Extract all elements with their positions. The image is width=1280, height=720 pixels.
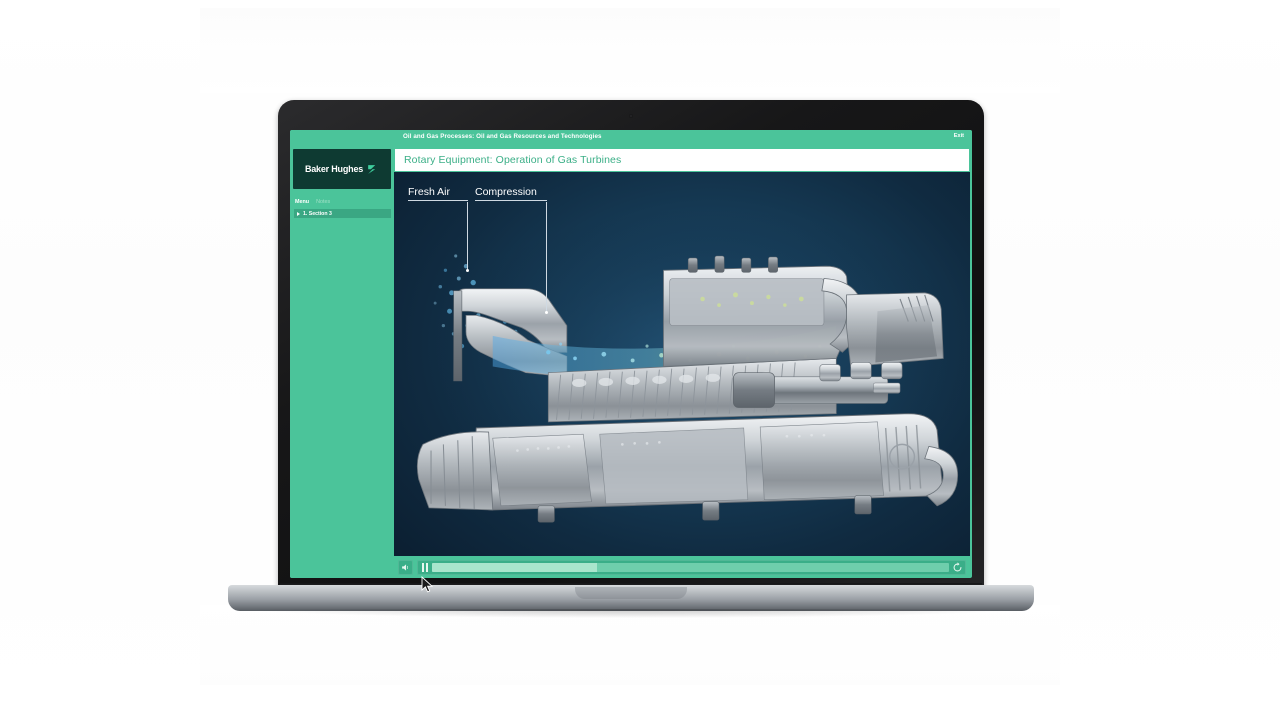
progress-track[interactable] [432,562,949,572]
content-column: Rotary Equipment: Operation of Gas Turbi… [394,146,972,578]
callout-underline [475,200,547,201]
sidebar-item-section-3[interactable]: 1. Section 3 [294,209,391,218]
sidebar-tabs: Menu Notes [295,199,330,205]
callout-endpoint-dot [545,311,548,314]
replay-button[interactable] [952,561,963,573]
page-title: Rotary Equipment: Operation of Gas Turbi… [404,154,622,166]
callout-compression-label: Compression [475,186,537,198]
pause-bar-right [425,562,428,572]
callout-compression: Compression [475,186,548,314]
laptop-base-notch [575,587,687,599]
callout-leader-line [546,202,547,312]
chevron-right-icon [297,211,300,216]
tab-menu[interactable]: Menu [295,199,309,205]
pause-button[interactable] [420,562,429,573]
callout-fresh-air-label: Fresh Air [408,186,451,198]
course-title: Oil and Gas Processes: Oil and Gas Resou… [403,133,602,140]
webcam-dot [629,114,633,118]
chevron-mark-icon [368,164,376,174]
course-player-screen: Oil and Gas Processes: Oil and Gas Resou… [290,130,972,578]
replay-icon [953,561,962,571]
page-title-bar: Rotary Equipment: Operation of Gas Turbi… [394,148,970,172]
progress-container [417,559,966,575]
baker-hughes-logo: Baker Hughes [293,149,391,189]
sidebar-item-label: 1. Section 3 [303,210,332,217]
exit-button[interactable]: Exit [954,133,964,139]
callout-leader-line [467,202,468,270]
sidebar-nav-list: 1. Section 3 [294,209,391,218]
laptop-shadow [254,609,1008,618]
player-body: Baker Hughes Menu Notes 1. Section 3 Rot… [290,146,972,578]
logo-wordmark: Baker Hughes [304,164,364,174]
mouse-cursor [421,576,434,593]
background-band-top [200,8,1060,93]
callout-endpoint-dot [466,269,469,272]
progress-fill [432,562,598,572]
laptop-display: Oil and Gas Processes: Oil and Gas Resou… [290,130,972,578]
callout-fresh-air: Fresh Air [408,186,469,272]
sidebar: Baker Hughes Menu Notes 1. Section 3 [290,146,394,578]
callout-underline [408,200,468,201]
laptop-lid: Oil and Gas Processes: Oil and Gas Resou… [278,100,984,590]
laptop-mockup: Oil and Gas Processes: Oil and Gas Resou… [228,100,1034,618]
volume-button[interactable] [398,559,413,575]
media-player-bar [394,556,970,578]
tab-notes[interactable]: Notes [316,199,330,205]
course-header-bar: Oil and Gas Processes: Oil and Gas Resou… [290,130,972,146]
speaker-icon [402,563,409,571]
gas-turbine-cutaway-illustration [416,207,970,523]
illustration-stage: Fresh Air Compression [394,172,970,556]
pause-bar-left [421,562,424,572]
